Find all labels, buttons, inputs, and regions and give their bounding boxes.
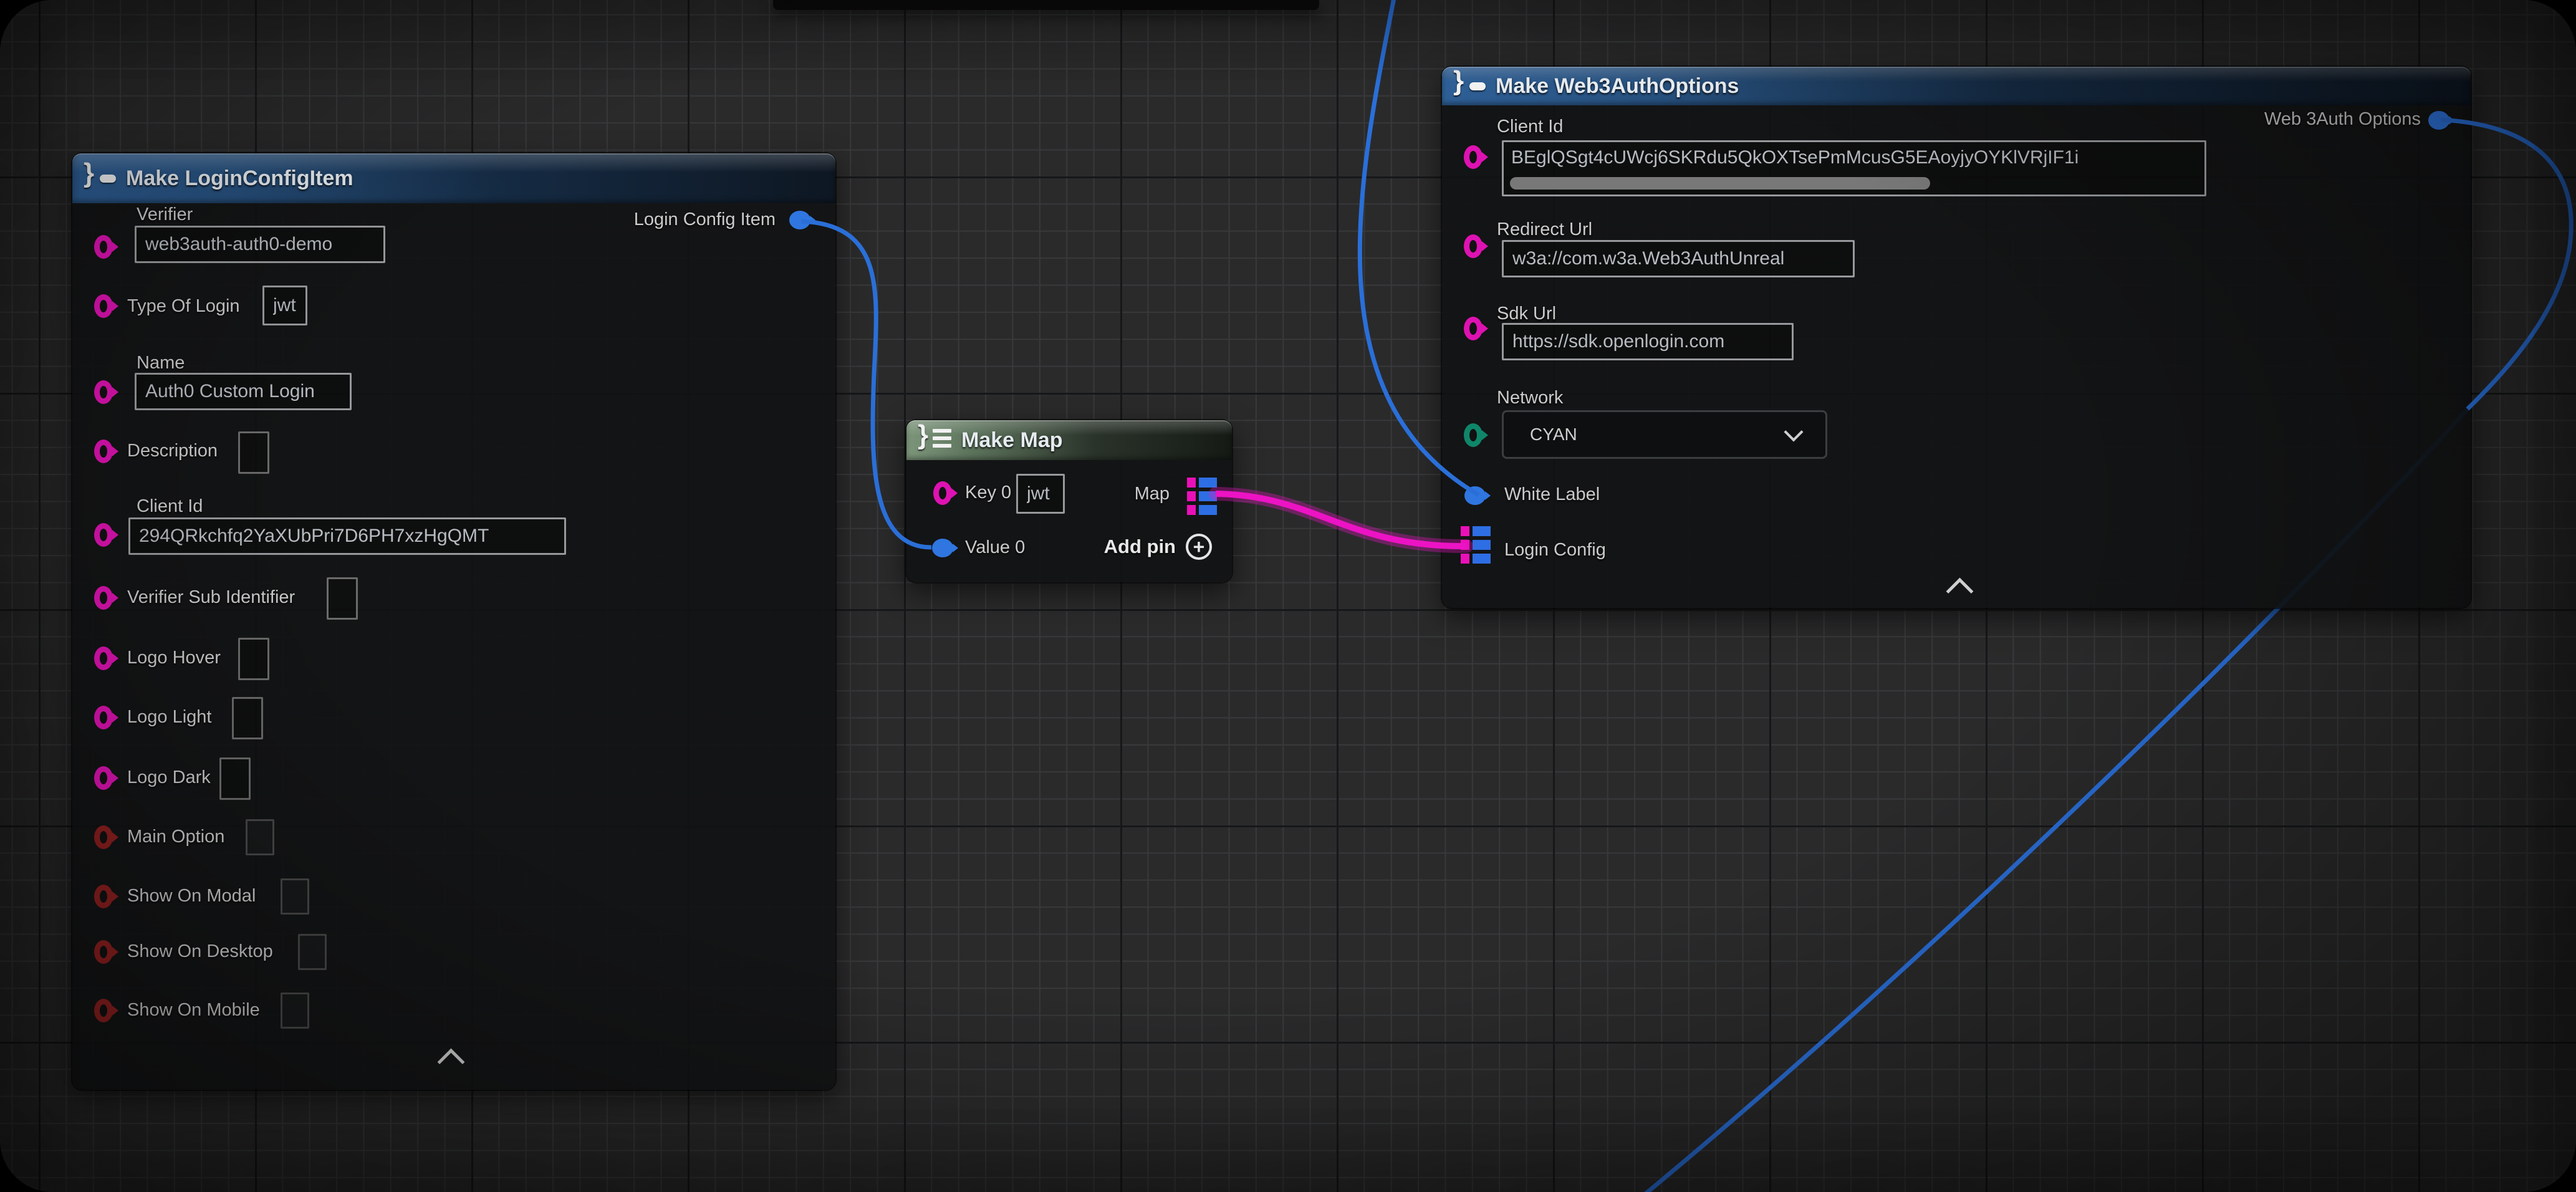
pin-in-verifier[interactable] <box>94 235 113 259</box>
pin-label-login-config-item: Login Config Item <box>634 208 776 231</box>
horizontal-scrollbar[interactable] <box>1510 177 1930 190</box>
pin-in-show-on-modal[interactable] <box>94 885 113 908</box>
pin-in-login-config[interactable] <box>1461 526 1491 567</box>
pin-in-sdk-url[interactable] <box>1464 317 1483 340</box>
pin-in-logo-dark[interactable] <box>94 766 113 790</box>
pin-in-logo-hover[interactable] <box>94 646 113 670</box>
pin-in-type-of-login[interactable] <box>94 294 113 318</box>
key0-input[interactable] <box>1016 474 1065 514</box>
pin-label-show-on-mobile: Show On Mobile <box>127 999 260 1021</box>
pin-label-show-on-modal: Show On Modal <box>127 885 256 907</box>
sdk-url-input[interactable] <box>1502 323 1794 360</box>
make-struct-icon: } <box>84 162 120 195</box>
pin-in-logo-light[interactable] <box>94 706 113 729</box>
main-option-checkbox[interactable] <box>246 819 274 855</box>
pin-label-redirect-url: Redirect Url <box>1497 218 1592 241</box>
pin-label-web3auth-options-out: Web 3Auth Options <box>2264 108 2421 130</box>
add-pin-icon[interactable]: + <box>1186 534 1212 560</box>
offscreen-node-edge <box>773 0 1319 10</box>
pin-label-main-option: Main Option <box>127 825 224 848</box>
pin-in-name[interactable] <box>94 380 113 404</box>
pin-in-client-id[interactable] <box>94 523 113 547</box>
node-title: Make Web3AuthOptions <box>1496 74 1739 99</box>
chevron-down-icon <box>1784 422 1803 441</box>
pin-label-network: Network <box>1497 387 1563 409</box>
pin-in-redirect-url[interactable] <box>1464 234 1483 258</box>
description-input[interactable] <box>238 431 269 474</box>
node-make-map[interactable]: } Make Map Key 0 Map Value 0 Add pin + <box>906 420 1232 582</box>
pin-in-white-label[interactable] <box>1464 486 1486 505</box>
pin-label-logo-hover: Logo Hover <box>127 646 221 669</box>
pin-in-value0[interactable] <box>932 539 953 557</box>
network-dropdown[interactable]: CYAN <box>1502 410 1827 459</box>
node-title: Make LoginConfigItem <box>126 166 353 191</box>
name-input[interactable] <box>135 373 352 410</box>
pin-in-client-id[interactable] <box>1464 145 1483 169</box>
pin-label-login-config: Login Config <box>1504 539 1606 561</box>
redirect-url-input[interactable] <box>1502 240 1855 277</box>
pin-label-map-out: Map <box>1135 483 1170 505</box>
pin-label-white-label: White Label <box>1504 483 1600 506</box>
pin-in-main-option[interactable] <box>94 825 113 849</box>
node-make-loginconfigitem[interactable]: } Make LoginConfigItem Login Config Item… <box>72 153 835 1090</box>
node-header-make-web3authoptions[interactable]: } Make Web3AuthOptions <box>1442 67 2471 105</box>
wire-map-to-login-config-glow <box>1216 494 1466 546</box>
pin-label-logo-light: Logo Light <box>127 706 211 728</box>
pin-label-verifier-sub-identifier: Verifier Sub Identifier <box>127 586 295 608</box>
show-on-mobile-checkbox[interactable] <box>281 993 309 1029</box>
wire-map-to-login-config[interactable] <box>1216 494 1466 546</box>
node-make-web3authoptions[interactable]: } Make Web3AuthOptions Web 3Auth Options… <box>1442 67 2471 608</box>
pin-label-key0: Key 0 <box>965 481 1011 504</box>
pin-in-network[interactable] <box>1464 423 1483 447</box>
pin-out-web3auth-options[interactable] <box>2428 111 2449 130</box>
pin-label-verifier: Verifier <box>137 203 193 226</box>
pin-in-verifier-sub-identifier[interactable] <box>94 586 113 610</box>
pin-label-client-id: Client Id <box>1497 115 1563 138</box>
pin-label-logo-dark: Logo Dark <box>127 766 211 789</box>
node-header-make-map[interactable]: } Make Map <box>906 420 1232 460</box>
pin-label-client-id: Client Id <box>137 495 203 517</box>
client-id-input[interactable] <box>128 517 566 555</box>
pin-label-sdk-url: Sdk Url <box>1497 302 1556 325</box>
make-struct-icon: } <box>1453 70 1489 102</box>
client-id-input[interactable]: BEglQSgt4cUWcj6SKRdu5QkOXTsePmMcusG5EAoy… <box>1502 140 2206 196</box>
pin-label-type-of-login: Type Of Login <box>127 295 240 317</box>
verifier-input[interactable] <box>135 226 385 263</box>
pin-label-name: Name <box>137 352 185 374</box>
logo-hover-input[interactable] <box>238 638 269 680</box>
show-on-modal-checkbox[interactable] <box>281 878 309 915</box>
pin-in-description[interactable] <box>94 440 113 463</box>
pin-out-login-config-item[interactable] <box>789 211 810 229</box>
add-pin-button[interactable]: Add pin + <box>1104 534 1212 560</box>
node-title: Make Map <box>961 428 1063 453</box>
node-header-make-loginconfigitem[interactable]: } Make LoginConfigItem <box>72 153 835 203</box>
pin-out-map[interactable] <box>1187 478 1217 519</box>
network-dropdown-value: CYAN <box>1504 425 1787 445</box>
blueprint-graph-canvas[interactable]: } Make LoginConfigItem Login Config Item… <box>0 0 2576 1192</box>
logo-dark-input[interactable] <box>219 757 251 800</box>
logo-light-input[interactable] <box>232 697 263 739</box>
show-on-desktop-checkbox[interactable] <box>298 934 327 970</box>
pin-in-show-on-mobile[interactable] <box>94 999 113 1022</box>
pin-label-description: Description <box>127 440 218 462</box>
pin-in-show-on-desktop[interactable] <box>94 940 113 964</box>
collapse-node-chevron-icon[interactable] <box>438 1049 465 1076</box>
pin-in-key0[interactable] <box>933 481 952 505</box>
collapse-node-chevron-icon[interactable] <box>1946 578 1974 605</box>
pin-label-value0: Value 0 <box>965 536 1025 559</box>
pin-label-show-on-desktop: Show On Desktop <box>127 940 273 963</box>
make-map-icon: } <box>918 424 955 456</box>
type-of-login-input[interactable] <box>262 286 307 325</box>
verifier-sub-identifier-input[interactable] <box>327 577 358 620</box>
